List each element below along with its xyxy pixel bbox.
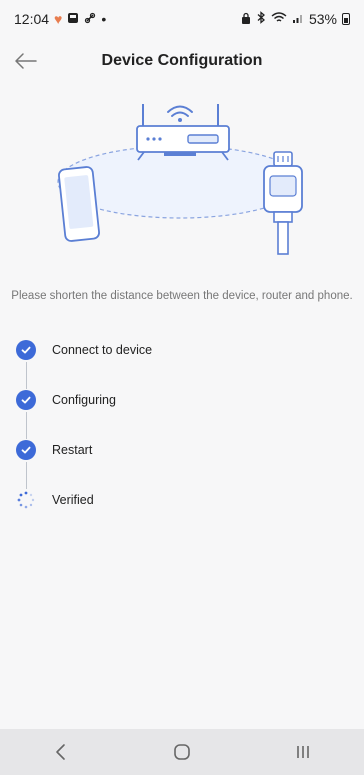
step-label: Connect to device [52, 343, 153, 357]
home-icon [174, 744, 190, 760]
step-label: Verified [52, 493, 94, 507]
heart-icon: ♥ [54, 11, 63, 27]
status-time: 12:04 [14, 11, 50, 27]
step-connector [25, 412, 27, 439]
recents-icon [297, 746, 310, 758]
dot-icon: • [101, 11, 107, 27]
battery-percent: 53% [308, 11, 337, 27]
battery-icon [342, 13, 350, 25]
step-label: Restart [52, 443, 93, 457]
step-connector [25, 462, 27, 489]
nav-back-button[interactable] [36, 734, 86, 770]
back-button[interactable] [12, 48, 40, 74]
status-right: 53% [241, 11, 350, 27]
bluetooth-icon [256, 11, 266, 27]
wifi-icon [271, 11, 287, 27]
step-connect-to-device: Connect to device [16, 340, 346, 390]
status-bar: 12:04 ♥ • 53% [0, 0, 364, 38]
step-restart: Restart [16, 440, 346, 490]
distance-hint: Please shorten the distance between the … [11, 290, 353, 302]
nav-home-button[interactable] [157, 734, 207, 770]
device-router-phone-illustration [50, 92, 310, 262]
loading-spinner-icon [16, 490, 36, 510]
back-arrow-icon [15, 53, 37, 69]
page-title: Device Configuration [101, 52, 263, 69]
step-configuring: Configuring [16, 390, 346, 440]
check-icon [16, 440, 36, 460]
status-left: 12:04 ♥ • [14, 11, 106, 27]
step-connector [25, 362, 27, 389]
check-icon [16, 340, 36, 360]
check-icon [16, 390, 36, 410]
step-verified: Verified [16, 490, 346, 540]
step-label: Configuring [52, 393, 116, 407]
system-navigation-bar [0, 729, 364, 775]
gallery-icon [67, 11, 79, 27]
configuration-steps: Connect to device Configuring Restart Ve… [16, 340, 346, 540]
chevron-left-icon [55, 744, 65, 760]
signal-icon [292, 11, 304, 27]
lock-icon [241, 11, 251, 27]
header: Device Configuration [0, 40, 364, 82]
nav-recents-button[interactable] [278, 734, 328, 770]
link-icon [84, 11, 96, 27]
